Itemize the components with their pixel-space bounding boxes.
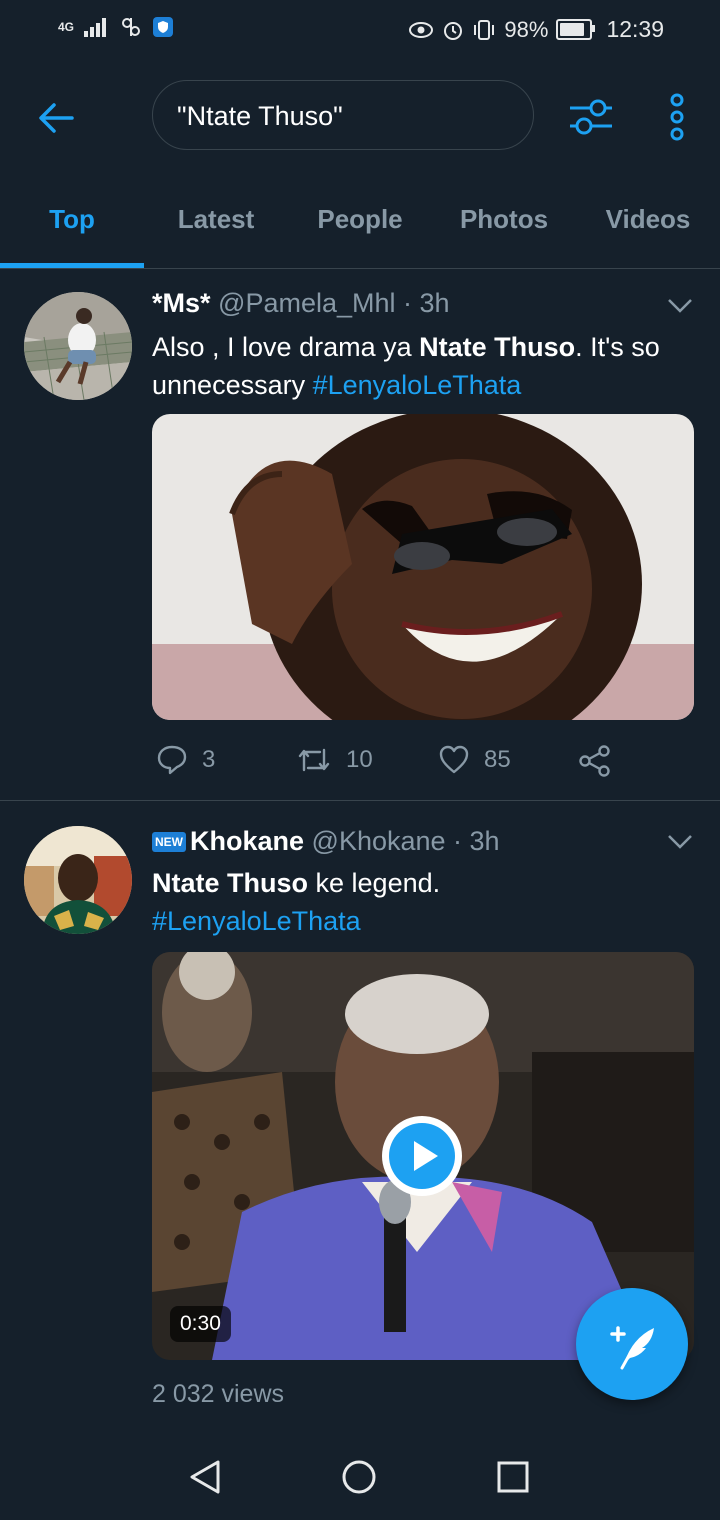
chevron-down-icon[interactable] [666,296,694,316]
more-options-icon[interactable] [662,92,692,142]
handle-and-time: @Pamela_Mhl · 3h [218,288,450,318]
like-button[interactable]: 85 [438,744,511,776]
avatar[interactable] [24,826,132,934]
tweet-text: Ntate Thuso ke legend. #LenyaloLeThata [152,868,441,936]
vibrate-icon [474,19,495,40]
status-bar: 4G 98% 12:39 [0,0,720,60]
tweet-header: NEW Khokane @Khokane · 3h [152,826,500,857]
app-notification-icon [122,18,141,36]
retweet-count: 10 [346,746,373,773]
signal-icon [84,18,107,37]
tab-photos[interactable]: Photos [432,190,576,268]
home-nav-icon[interactable] [340,1458,378,1496]
network-label: 4G [58,20,75,34]
video-duration: 0:30 [170,1306,231,1342]
play-icon [389,1123,455,1189]
eye-comfort-icon [409,21,434,38]
avatar[interactable] [24,292,132,400]
reply-icon [157,745,187,775]
retweet-button[interactable]: 10 [296,744,373,776]
reply-button[interactable]: 3 [156,744,215,776]
tab-top[interactable]: Top [0,190,144,268]
heart-icon [439,745,469,774]
tab-videos[interactable]: Videos [576,190,720,268]
compose-tweet-button[interactable] [576,1288,688,1400]
battery-icon [556,19,596,40]
new-badge: NEW [152,832,186,852]
retweet-icon [298,748,330,772]
recents-nav-icon[interactable] [494,1458,532,1496]
view-count: 2 032 views [152,1380,285,1408]
search-header: "Ntate Thuso" Top Latest People Photos V… [0,60,720,270]
display-name[interactable]: *Ms* [152,288,211,318]
tab-people[interactable]: People [288,190,432,268]
clock: 12:39 [606,16,664,42]
back-nav-icon[interactable] [186,1458,224,1496]
alarm-icon [444,21,463,40]
hashtag-link[interactable]: #LenyaloLeThata [313,370,522,400]
shield-notification-icon [153,17,174,37]
compose-feather-icon [610,1326,654,1370]
display-name[interactable]: Khokane [190,826,304,856]
tab-latest[interactable]: Latest [144,190,288,268]
hashtag-link[interactable]: #LenyaloLeThata [152,906,361,936]
tweet-text: Also , I love drama ya Ntate Thuso. It's… [152,332,660,400]
chevron-down-icon[interactable] [666,832,694,852]
reply-count: 3 [202,746,216,773]
play-button[interactable] [382,1116,462,1196]
search-tabs: Top Latest People Photos Videos [0,190,720,268]
back-arrow-icon[interactable] [34,96,78,140]
share-icon[interactable] [578,744,612,778]
handle-and-time: @Khokane · 3h [311,826,500,856]
tweet-header: *Ms* @Pamela_Mhl · 3h [152,288,450,319]
like-count: 85 [484,746,511,773]
system-navigation-bar [0,1432,720,1520]
search-input[interactable]: "Ntate Thuso" [152,80,534,150]
tabs-divider [0,268,720,269]
tweet-divider [0,800,720,801]
search-filter-icon[interactable] [566,92,616,142]
battery-percent: 98% [504,16,549,42]
search-query-text: "Ntate Thuso" [177,101,343,131]
tweet-image[interactable] [152,414,694,720]
